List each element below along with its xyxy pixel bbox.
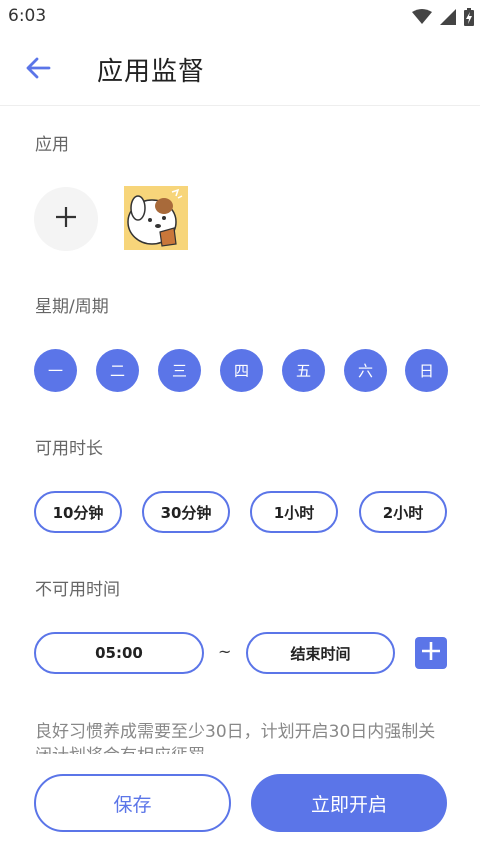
day-button-sat[interactable]: 六 <box>344 349 387 392</box>
battery-charging-icon <box>464 8 474 30</box>
start-time-field[interactable]: 05:00 <box>34 632 204 674</box>
wifi-icon <box>412 9 432 29</box>
back-button[interactable] <box>20 52 56 88</box>
duration-option-10min[interactable]: 10分钟 <box>34 491 122 533</box>
weekday-selector: 一 二 三 四 五 六 日 <box>34 349 448 393</box>
unavailable-section-label: 不可用时间 <box>35 580 120 600</box>
day-button-sun[interactable]: 日 <box>405 349 448 392</box>
arrow-left-icon <box>25 57 51 83</box>
duration-section-label: 可用时长 <box>35 439 103 459</box>
signal-icon <box>440 9 456 29</box>
plus-icon <box>55 206 77 232</box>
start-now-button[interactable]: 立即开启 <box>251 774 447 832</box>
day-button-thu[interactable]: 四 <box>220 349 263 392</box>
apps-section-label: 应用 <box>35 135 69 155</box>
save-button[interactable]: 保存 <box>34 774 231 832</box>
duration-option-30min[interactable]: 30分钟 <box>142 491 230 533</box>
time-range-separator: ~ <box>218 642 232 661</box>
end-time-field[interactable]: 结束时间 <box>246 632 395 674</box>
day-button-tue[interactable]: 二 <box>96 349 139 392</box>
page-title: 应用监督 <box>97 57 206 87</box>
cartoon-dog-app-icon[interactable] <box>124 186 188 250</box>
duration-option-1h[interactable]: 1小时 <box>250 491 338 533</box>
status-time: 6:03 <box>8 6 47 26</box>
app-bar: 应用监督 <box>0 34 480 106</box>
add-time-range-button[interactable] <box>415 637 447 669</box>
week-section-label: 星期/周期 <box>35 297 109 317</box>
habit-notice-text: 良好习惯养成需要至少30日，计划开启30日内强制关闭计划将会有相应惩罚。 <box>35 722 436 754</box>
day-button-mon[interactable]: 一 <box>34 349 77 392</box>
add-app-button[interactable] <box>34 187 98 251</box>
day-button-wed[interactable]: 三 <box>158 349 201 392</box>
status-icons <box>412 8 474 30</box>
day-button-fri[interactable]: 五 <box>282 349 325 392</box>
plus-icon <box>421 641 441 665</box>
status-bar: 6:03 <box>0 0 480 34</box>
duration-option-2h[interactable]: 2小时 <box>359 491 447 533</box>
